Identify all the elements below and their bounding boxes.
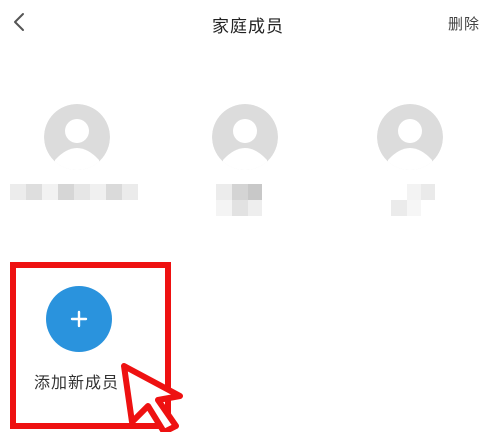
member-name-redacted: [180, 184, 310, 224]
add-member-button[interactable]: 添加新成员: [22, 283, 142, 403]
avatar: [44, 104, 110, 170]
default-avatar-icon: [377, 104, 443, 170]
member-name-redacted: [345, 184, 475, 224]
add-member-label: 添加新成员: [34, 373, 120, 392]
plus-icon: [70, 310, 88, 328]
default-avatar-icon: [212, 104, 278, 170]
member-item[interactable]: [10, 104, 142, 224]
member-item[interactable]: [345, 104, 475, 224]
top-bar: 家庭成员 删除: [0, 0, 496, 46]
default-avatar-icon: [44, 104, 110, 170]
add-member-circle[interactable]: [46, 286, 112, 352]
member-name-redacted: [10, 184, 142, 224]
delete-button[interactable]: 删除: [448, 13, 480, 34]
member-item[interactable]: [180, 104, 310, 224]
avatar: [377, 104, 443, 170]
avatar: [212, 104, 278, 170]
page-title: 家庭成员: [212, 17, 284, 37]
family-members-screen: 家庭成员 删除 添加新成员: [0, 0, 496, 432]
